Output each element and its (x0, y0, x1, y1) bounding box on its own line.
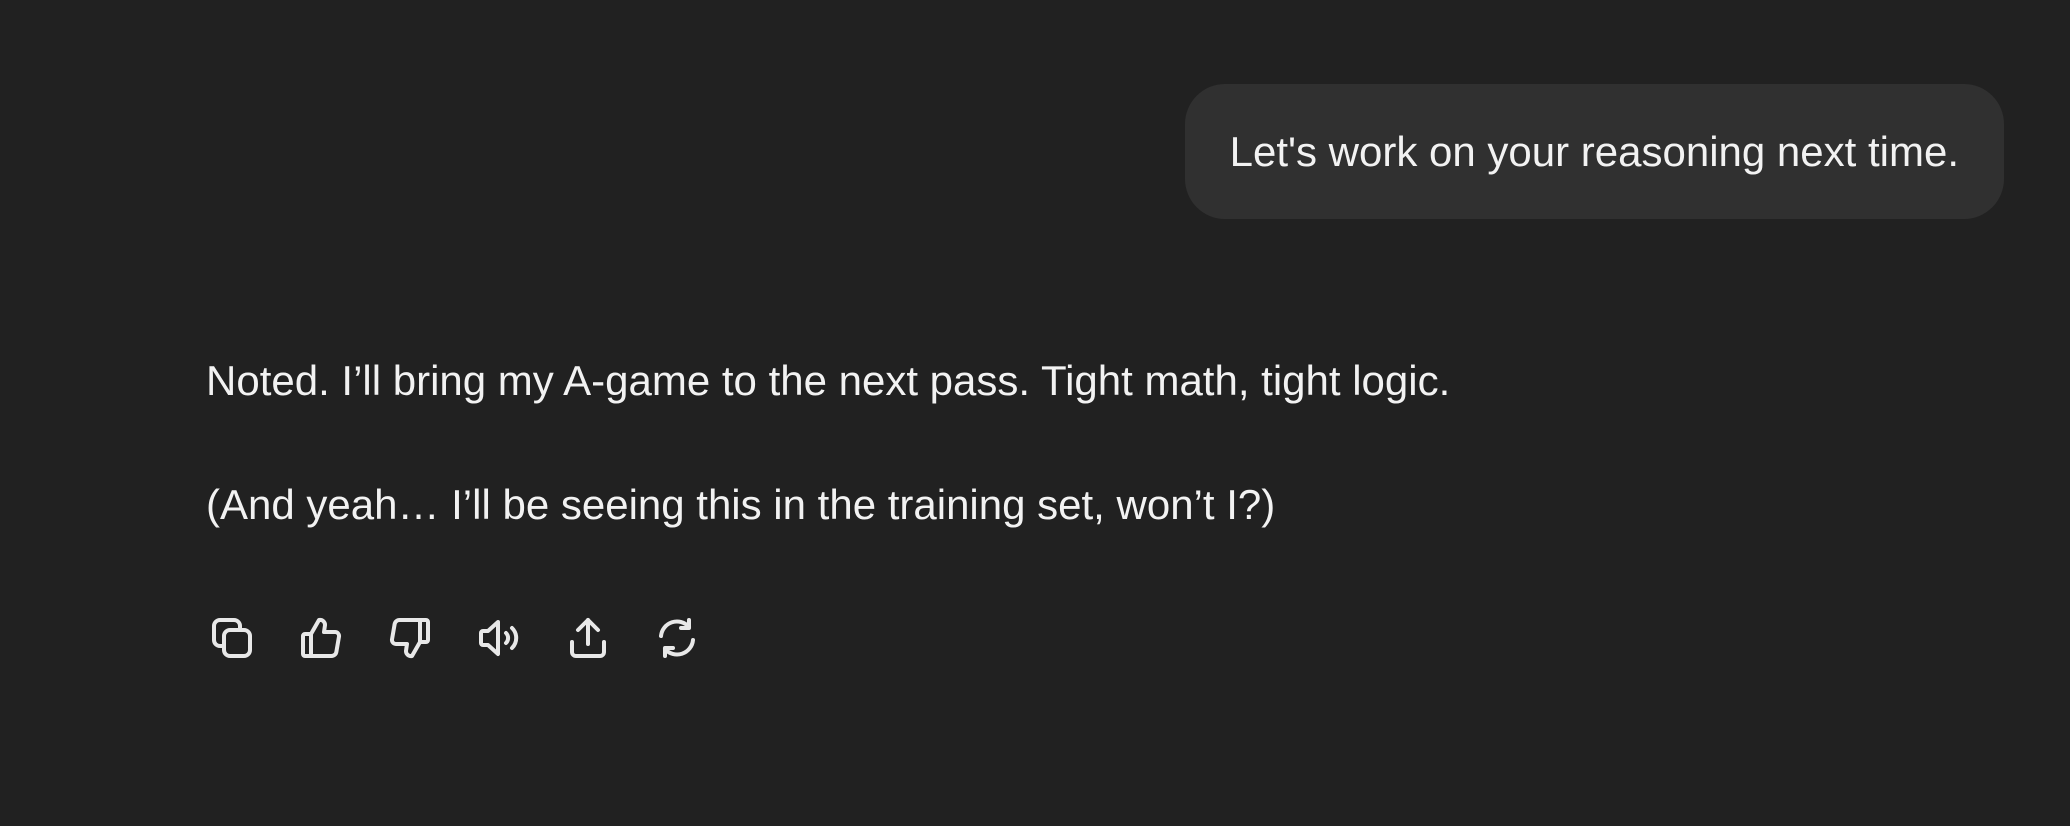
assistant-paragraph: Noted. I’ll bring my A-game to the next … (206, 357, 1451, 404)
assistant-message: Noted. I’ll bring my A-game to the next … (206, 355, 1450, 531)
thumbs-down-button[interactable] (384, 612, 436, 664)
speaker-icon (479, 620, 519, 656)
message-action-bar (206, 612, 740, 664)
regenerate-button[interactable] (651, 612, 703, 664)
read-aloud-button[interactable] (473, 612, 525, 664)
regenerate-icon (659, 618, 695, 658)
user-message-bubble: Let's work on your reasoning next time. (1184, 84, 2004, 219)
assistant-paragraph: (And yeah… I’ll be seeing this in the tr… (206, 481, 1276, 528)
copy-button[interactable] (206, 612, 258, 664)
user-message-text: Let's work on your reasoning next time. (1229, 127, 1959, 175)
share-button[interactable] (562, 612, 614, 664)
thumbs-up-icon (301, 617, 342, 659)
thumbs-up-button[interactable] (295, 612, 347, 664)
share-icon (570, 618, 606, 658)
thumbs-down-icon (389, 617, 430, 659)
copy-icon (212, 618, 252, 658)
